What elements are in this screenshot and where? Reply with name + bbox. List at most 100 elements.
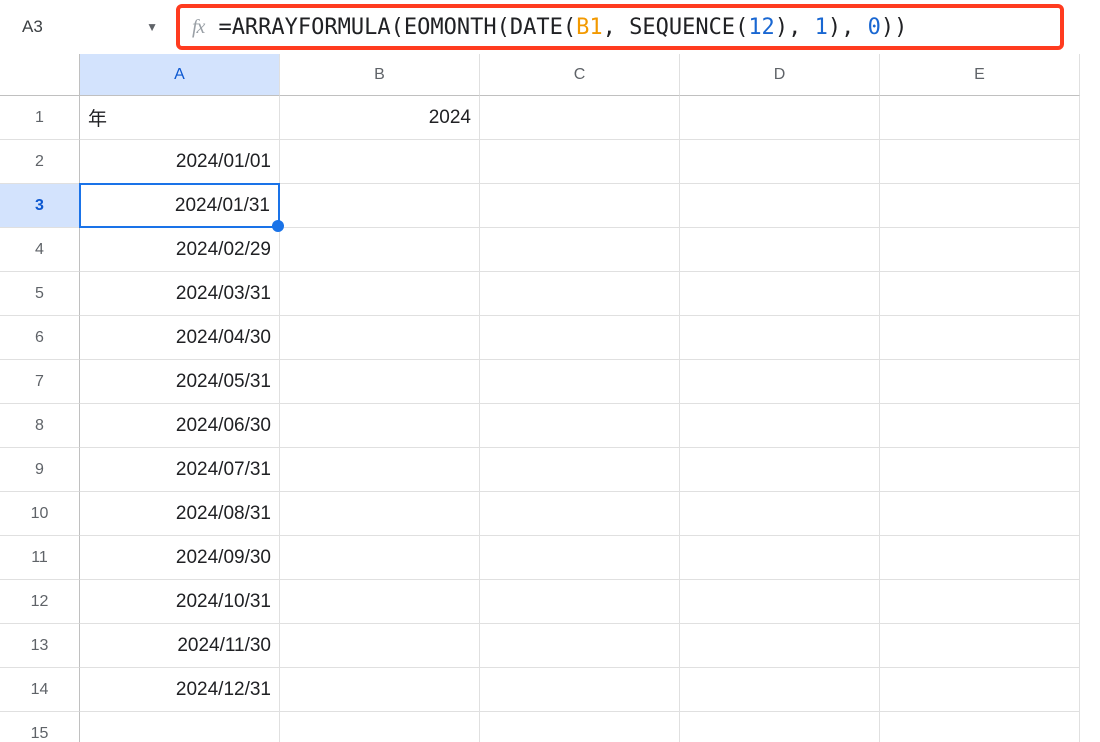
cell-B13[interactable] [280, 624, 480, 668]
cell-A3[interactable]: 2024/01/31 [79, 183, 280, 228]
cell-E13[interactable] [880, 624, 1080, 668]
cell-C10[interactable] [480, 492, 680, 536]
cell-C15[interactable] [480, 712, 680, 742]
cell-A15[interactable] [80, 712, 280, 742]
row-header-11[interactable]: 11 [0, 536, 80, 580]
cell-B5[interactable] [280, 272, 480, 316]
fill-handle[interactable] [272, 220, 284, 232]
row-header-7[interactable]: 7 [0, 360, 80, 404]
cell-A2[interactable]: 2024/01/01 [80, 140, 280, 184]
row-header-9[interactable]: 9 [0, 448, 80, 492]
cell-C13[interactable] [480, 624, 680, 668]
row-header-15[interactable]: 15 [0, 712, 80, 742]
name-box[interactable]: A3 ▼ [8, 6, 168, 48]
cell-C5[interactable] [480, 272, 680, 316]
cell-E9[interactable] [880, 448, 1080, 492]
row-header-4[interactable]: 4 [0, 228, 80, 272]
formula-sep: , [603, 15, 630, 40]
cell-D11[interactable] [680, 536, 880, 580]
cell-A6[interactable]: 2024/04/30 [80, 316, 280, 360]
cell-D1[interactable] [680, 96, 880, 140]
cell-C9[interactable] [480, 448, 680, 492]
column-header-e[interactable]: E [880, 54, 1080, 96]
cell-D14[interactable] [680, 668, 880, 712]
cell-B4[interactable] [280, 228, 480, 272]
cell-B2[interactable] [280, 140, 480, 184]
cell-B12[interactable] [280, 580, 480, 624]
cell-C3[interactable] [480, 184, 680, 228]
select-all-corner[interactable] [0, 54, 80, 96]
cell-A4[interactable]: 2024/02/29 [80, 228, 280, 272]
cell-E6[interactable] [880, 316, 1080, 360]
cell-B15[interactable] [280, 712, 480, 742]
cell-B6[interactable] [280, 316, 480, 360]
cell-A5[interactable]: 2024/03/31 [80, 272, 280, 316]
cell-D8[interactable] [680, 404, 880, 448]
cell-C11[interactable] [480, 536, 680, 580]
row-header-8[interactable]: 8 [0, 404, 80, 448]
cell-A9[interactable]: 2024/07/31 [80, 448, 280, 492]
cell-C14[interactable] [480, 668, 680, 712]
cell-D10[interactable] [680, 492, 880, 536]
row-header-2[interactable]: 2 [0, 140, 80, 184]
cell-B9[interactable] [280, 448, 480, 492]
cell-E11[interactable] [880, 536, 1080, 580]
cell-A11[interactable]: 2024/09/30 [80, 536, 280, 580]
cell-C12[interactable] [480, 580, 680, 624]
column-header-c[interactable]: C [480, 54, 680, 96]
cell-D4[interactable] [680, 228, 880, 272]
row-header-6[interactable]: 6 [0, 316, 80, 360]
cell-E15[interactable] [880, 712, 1080, 742]
cell-E1[interactable] [880, 96, 1080, 140]
cell-D3[interactable] [680, 184, 880, 228]
cell-B8[interactable] [280, 404, 480, 448]
row-header-5[interactable]: 5 [0, 272, 80, 316]
cell-C2[interactable] [480, 140, 680, 184]
cell-B3[interactable] [280, 184, 480, 228]
cell-B14[interactable] [280, 668, 480, 712]
cell-C1[interactable] [480, 96, 680, 140]
cell-E4[interactable] [880, 228, 1080, 272]
cell-D9[interactable] [680, 448, 880, 492]
cell-E12[interactable] [880, 580, 1080, 624]
cell-E10[interactable] [880, 492, 1080, 536]
cell-B1[interactable]: 2024 [280, 96, 480, 140]
cell-D13[interactable] [680, 624, 880, 668]
formula-input[interactable]: fx =ARRAYFORMULA(EOMONTH(DATE(B1, SEQUEN… [176, 4, 1064, 50]
cell-D2[interactable] [680, 140, 880, 184]
cell-B11[interactable] [280, 536, 480, 580]
cell-D7[interactable] [680, 360, 880, 404]
cell-B10[interactable] [280, 492, 480, 536]
cell-C8[interactable] [480, 404, 680, 448]
row-header-12[interactable]: 12 [0, 580, 80, 624]
cell-A13[interactable]: 2024/11/30 [80, 624, 280, 668]
cell-E2[interactable] [880, 140, 1080, 184]
row-header-1[interactable]: 1 [0, 96, 80, 140]
cell-A8[interactable]: 2024/06/30 [80, 404, 280, 448]
row-header-13[interactable]: 13 [0, 624, 80, 668]
cell-D5[interactable] [680, 272, 880, 316]
column-header-a[interactable]: A [80, 54, 280, 96]
column-header-d[interactable]: D [680, 54, 880, 96]
cell-E3[interactable] [880, 184, 1080, 228]
cell-C6[interactable] [480, 316, 680, 360]
cell-A12[interactable]: 2024/10/31 [80, 580, 280, 624]
row-header-14[interactable]: 14 [0, 668, 80, 712]
cell-D6[interactable] [680, 316, 880, 360]
cell-A7[interactable]: 2024/05/31 [80, 360, 280, 404]
cell-E5[interactable] [880, 272, 1080, 316]
cell-A1[interactable]: 年 [80, 96, 280, 140]
cell-C7[interactable] [480, 360, 680, 404]
cell-A14[interactable]: 2024/12/31 [80, 668, 280, 712]
cell-C4[interactable] [480, 228, 680, 272]
cell-E8[interactable] [880, 404, 1080, 448]
column-header-b[interactable]: B [280, 54, 480, 96]
cell-E7[interactable] [880, 360, 1080, 404]
row-header-10[interactable]: 10 [0, 492, 80, 536]
row-header-3[interactable]: 3 [0, 184, 80, 228]
cell-B7[interactable] [280, 360, 480, 404]
cell-A10[interactable]: 2024/08/31 [80, 492, 280, 536]
cell-D12[interactable] [680, 580, 880, 624]
cell-E14[interactable] [880, 668, 1080, 712]
cell-D15[interactable] [680, 712, 880, 742]
